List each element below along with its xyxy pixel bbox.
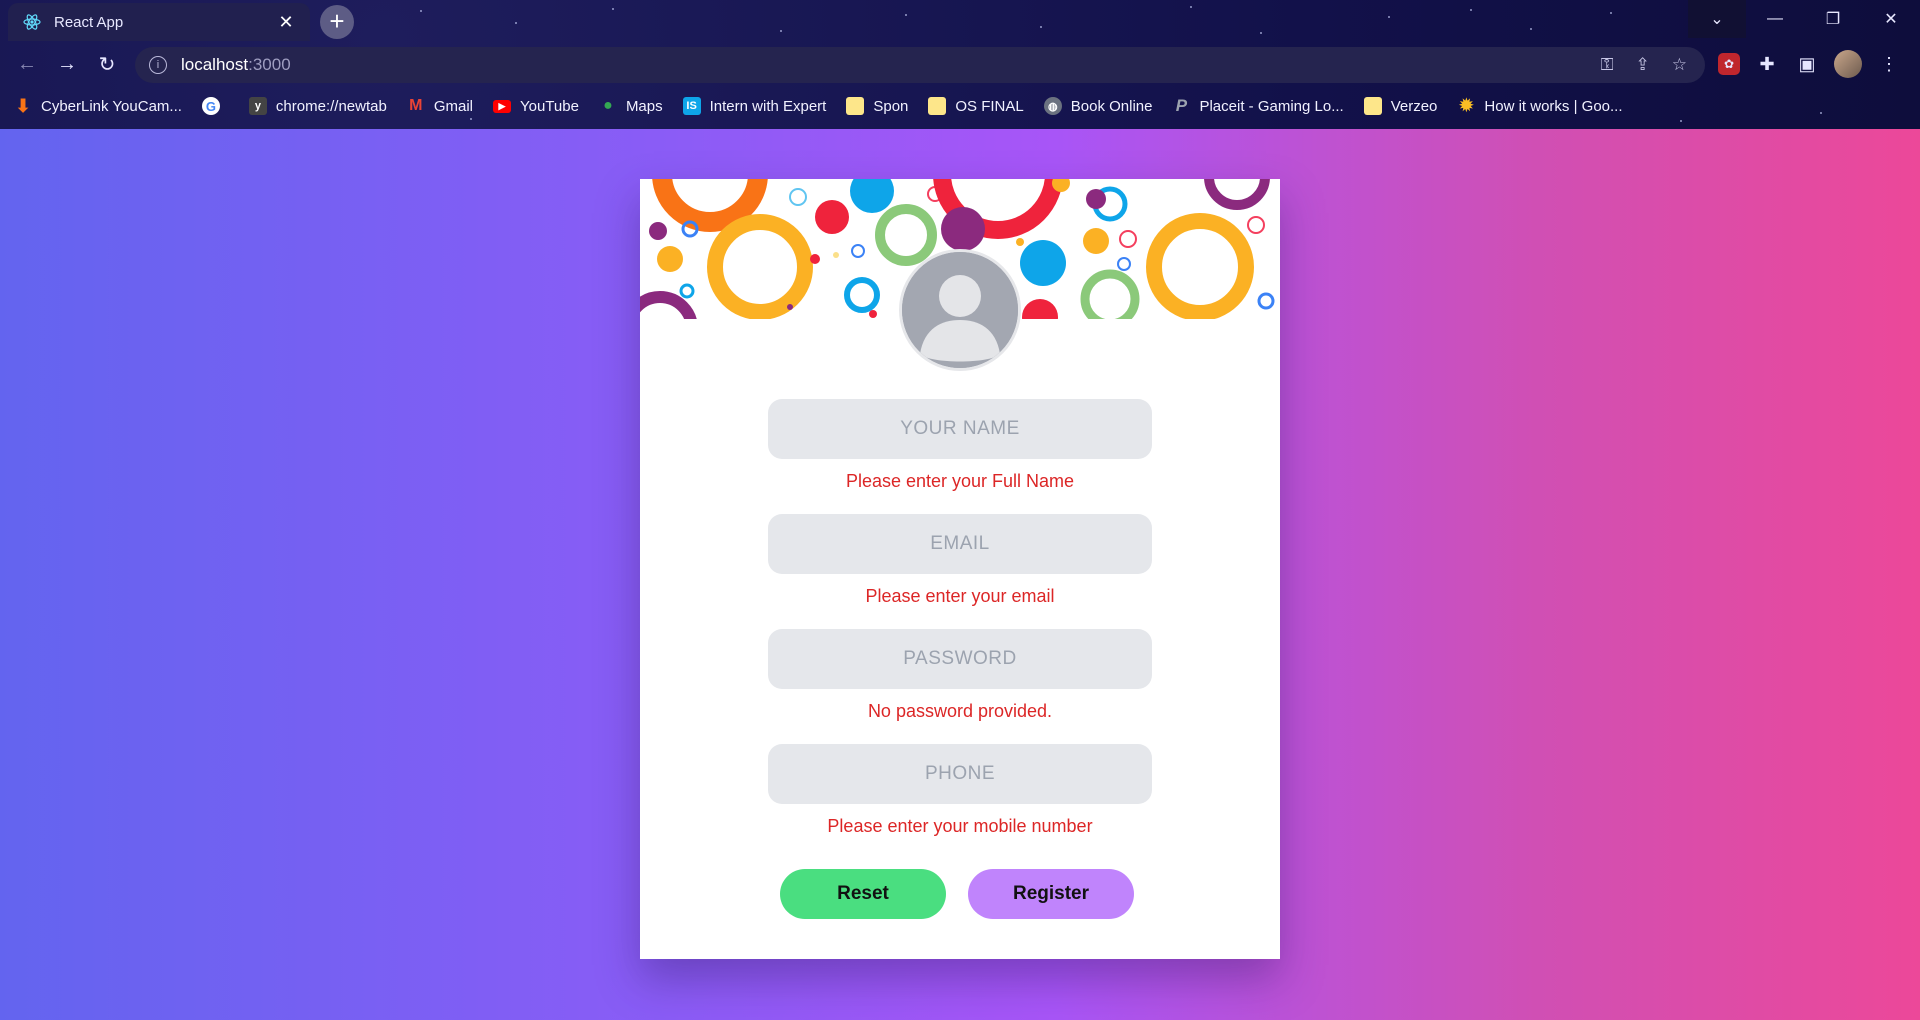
toolbar-right-icons: ✿ ✚ ▣ ⋮: [1718, 47, 1902, 81]
bookmark-label: Book Online: [1070, 97, 1153, 115]
side-panel-icon[interactable]: ▣: [1794, 51, 1820, 77]
bookmark-label: YouTube: [519, 97, 579, 115]
restore-icon[interactable]: ❐: [1804, 0, 1862, 38]
address-bar-icons: ⚿ ⇪ ☆: [1601, 47, 1687, 83]
bookmark-item[interactable]: M Gmail: [407, 97, 473, 115]
password-error-text: No password provided.: [867, 701, 1053, 721]
folder-icon: [1363, 97, 1382, 115]
name-error-text: Please enter your Full Name: [845, 471, 1075, 491]
tab-title: React App: [54, 13, 124, 31]
newtab-icon: y: [248, 97, 267, 115]
bookmark-label: Intern with Expert: [709, 97, 827, 115]
reload-icon[interactable]: ↻: [90, 47, 124, 81]
bookmark-item[interactable]: ◍ Book Online: [1043, 97, 1153, 115]
gmail-icon: M: [409, 97, 423, 114]
bookmark-item[interactable]: Spon: [846, 97, 908, 115]
form-buttons: Reset Register: [780, 869, 1150, 919]
bookmarks-bar: ⬇ CyberLink YouCam... G y chrome://newta…: [0, 92, 1920, 120]
back-arrow-icon[interactable]: ←: [10, 47, 44, 81]
sun-icon: ✹: [1459, 96, 1474, 115]
download-arrow-icon: ⬇: [15, 95, 31, 116]
bookmark-star-icon[interactable]: ☆: [1672, 55, 1687, 75]
key-icon[interactable]: ⚿: [1601, 55, 1614, 75]
react-logo-icon: [22, 12, 42, 32]
share-icon[interactable]: ⇪: [1636, 55, 1650, 75]
register-button[interactable]: Register: [968, 869, 1134, 919]
bookmark-label: Verzeo: [1390, 97, 1438, 115]
bookmark-label: Spon: [873, 97, 909, 115]
email-input[interactable]: [768, 514, 1152, 574]
password-input[interactable]: [768, 629, 1152, 689]
placeit-icon: P: [1175, 96, 1188, 115]
phone-input[interactable]: [768, 744, 1152, 804]
tab-search-chevron-icon[interactable]: ⌄: [1688, 0, 1746, 38]
folder-icon: [928, 97, 947, 115]
youtube-icon: ▶: [492, 99, 511, 113]
kebab-menu-icon[interactable]: ⋮: [1876, 51, 1902, 77]
site-info-icon[interactable]: i: [149, 56, 167, 74]
page-background: Please enter your Full Name Please enter…: [0, 129, 1920, 1020]
bookmark-label: OS FINAL: [955, 97, 1024, 115]
browser-chrome: React App ✕ + ⌄ — ❐ ✕ ← → ↻ i localhost:…: [0, 0, 1920, 129]
registration-card: Please enter your Full Name Please enter…: [640, 179, 1280, 959]
new-tab-button[interactable]: +: [320, 5, 354, 39]
bookmark-item[interactable]: ● Maps: [599, 97, 663, 115]
maps-pin-icon: ●: [603, 97, 613, 114]
google-icon: G: [201, 97, 220, 115]
browser-toolbar: ← → ↻ i localhost:3000 ⚿ ⇪ ☆ ✿ ✚ ▣ ⋮: [0, 44, 1920, 86]
url-host: localhost: [181, 55, 249, 74]
bookmark-item[interactable]: ▶ YouTube: [492, 97, 579, 115]
folder-icon: [846, 97, 865, 115]
email-error-text: Please enter your email: [865, 586, 1055, 606]
minimize-icon[interactable]: —: [1746, 0, 1804, 38]
bookmark-label: CyberLink YouCam...: [41, 97, 182, 115]
extension-icon[interactable]: ✿: [1718, 53, 1740, 75]
registration-form: Please enter your Full Name Please enter…: [768, 399, 1152, 859]
bookmark-item[interactable]: IS Intern with Expert: [682, 97, 827, 115]
phone-error-text: Please enter your mobile number: [827, 816, 1093, 836]
bookmark-item[interactable]: ⬇ CyberLink YouCam...: [14, 95, 182, 116]
bookmark-label: chrome://newtab: [275, 97, 387, 115]
tab-strip: React App ✕ + ⌄ — ❐ ✕: [0, 0, 1920, 41]
window-close-icon[interactable]: ✕: [1862, 0, 1920, 38]
bookmark-item[interactable]: OS FINAL: [928, 97, 1024, 115]
bookmark-item[interactable]: Verzeo: [1363, 97, 1438, 115]
puzzle-extensions-icon[interactable]: ✚: [1754, 51, 1780, 77]
forward-arrow-icon[interactable]: →: [50, 47, 84, 81]
bookmark-label: How it works | Goo...: [1484, 97, 1623, 115]
window-controls: ⌄ — ❐ ✕: [1688, 0, 1920, 38]
tab-react-app[interactable]: React App ✕: [8, 3, 310, 41]
url-port: :3000: [248, 55, 291, 74]
bookmark-item[interactable]: y chrome://newtab: [248, 97, 387, 115]
bookmark-label: Placeit - Gaming Lo...: [1199, 97, 1344, 115]
bookmark-item[interactable]: P Placeit - Gaming Lo...: [1172, 96, 1344, 115]
globe-icon: ◍: [1043, 97, 1062, 115]
address-bar[interactable]: i localhost:3000 ⚿ ⇪ ☆: [135, 47, 1705, 83]
bookmark-label: Maps: [625, 97, 663, 115]
profile-avatar[interactable]: [1834, 50, 1862, 78]
user-avatar-placeholder: [899, 249, 1021, 371]
name-input[interactable]: [768, 399, 1152, 459]
reset-button[interactable]: Reset: [780, 869, 946, 919]
bookmark-item[interactable]: ✹ How it works | Goo...: [1457, 96, 1623, 115]
bookmark-item[interactable]: G: [201, 97, 229, 115]
is-icon: IS: [682, 97, 701, 115]
bookmark-label: Gmail: [433, 97, 473, 115]
tab-close-icon[interactable]: ✕: [276, 12, 296, 32]
